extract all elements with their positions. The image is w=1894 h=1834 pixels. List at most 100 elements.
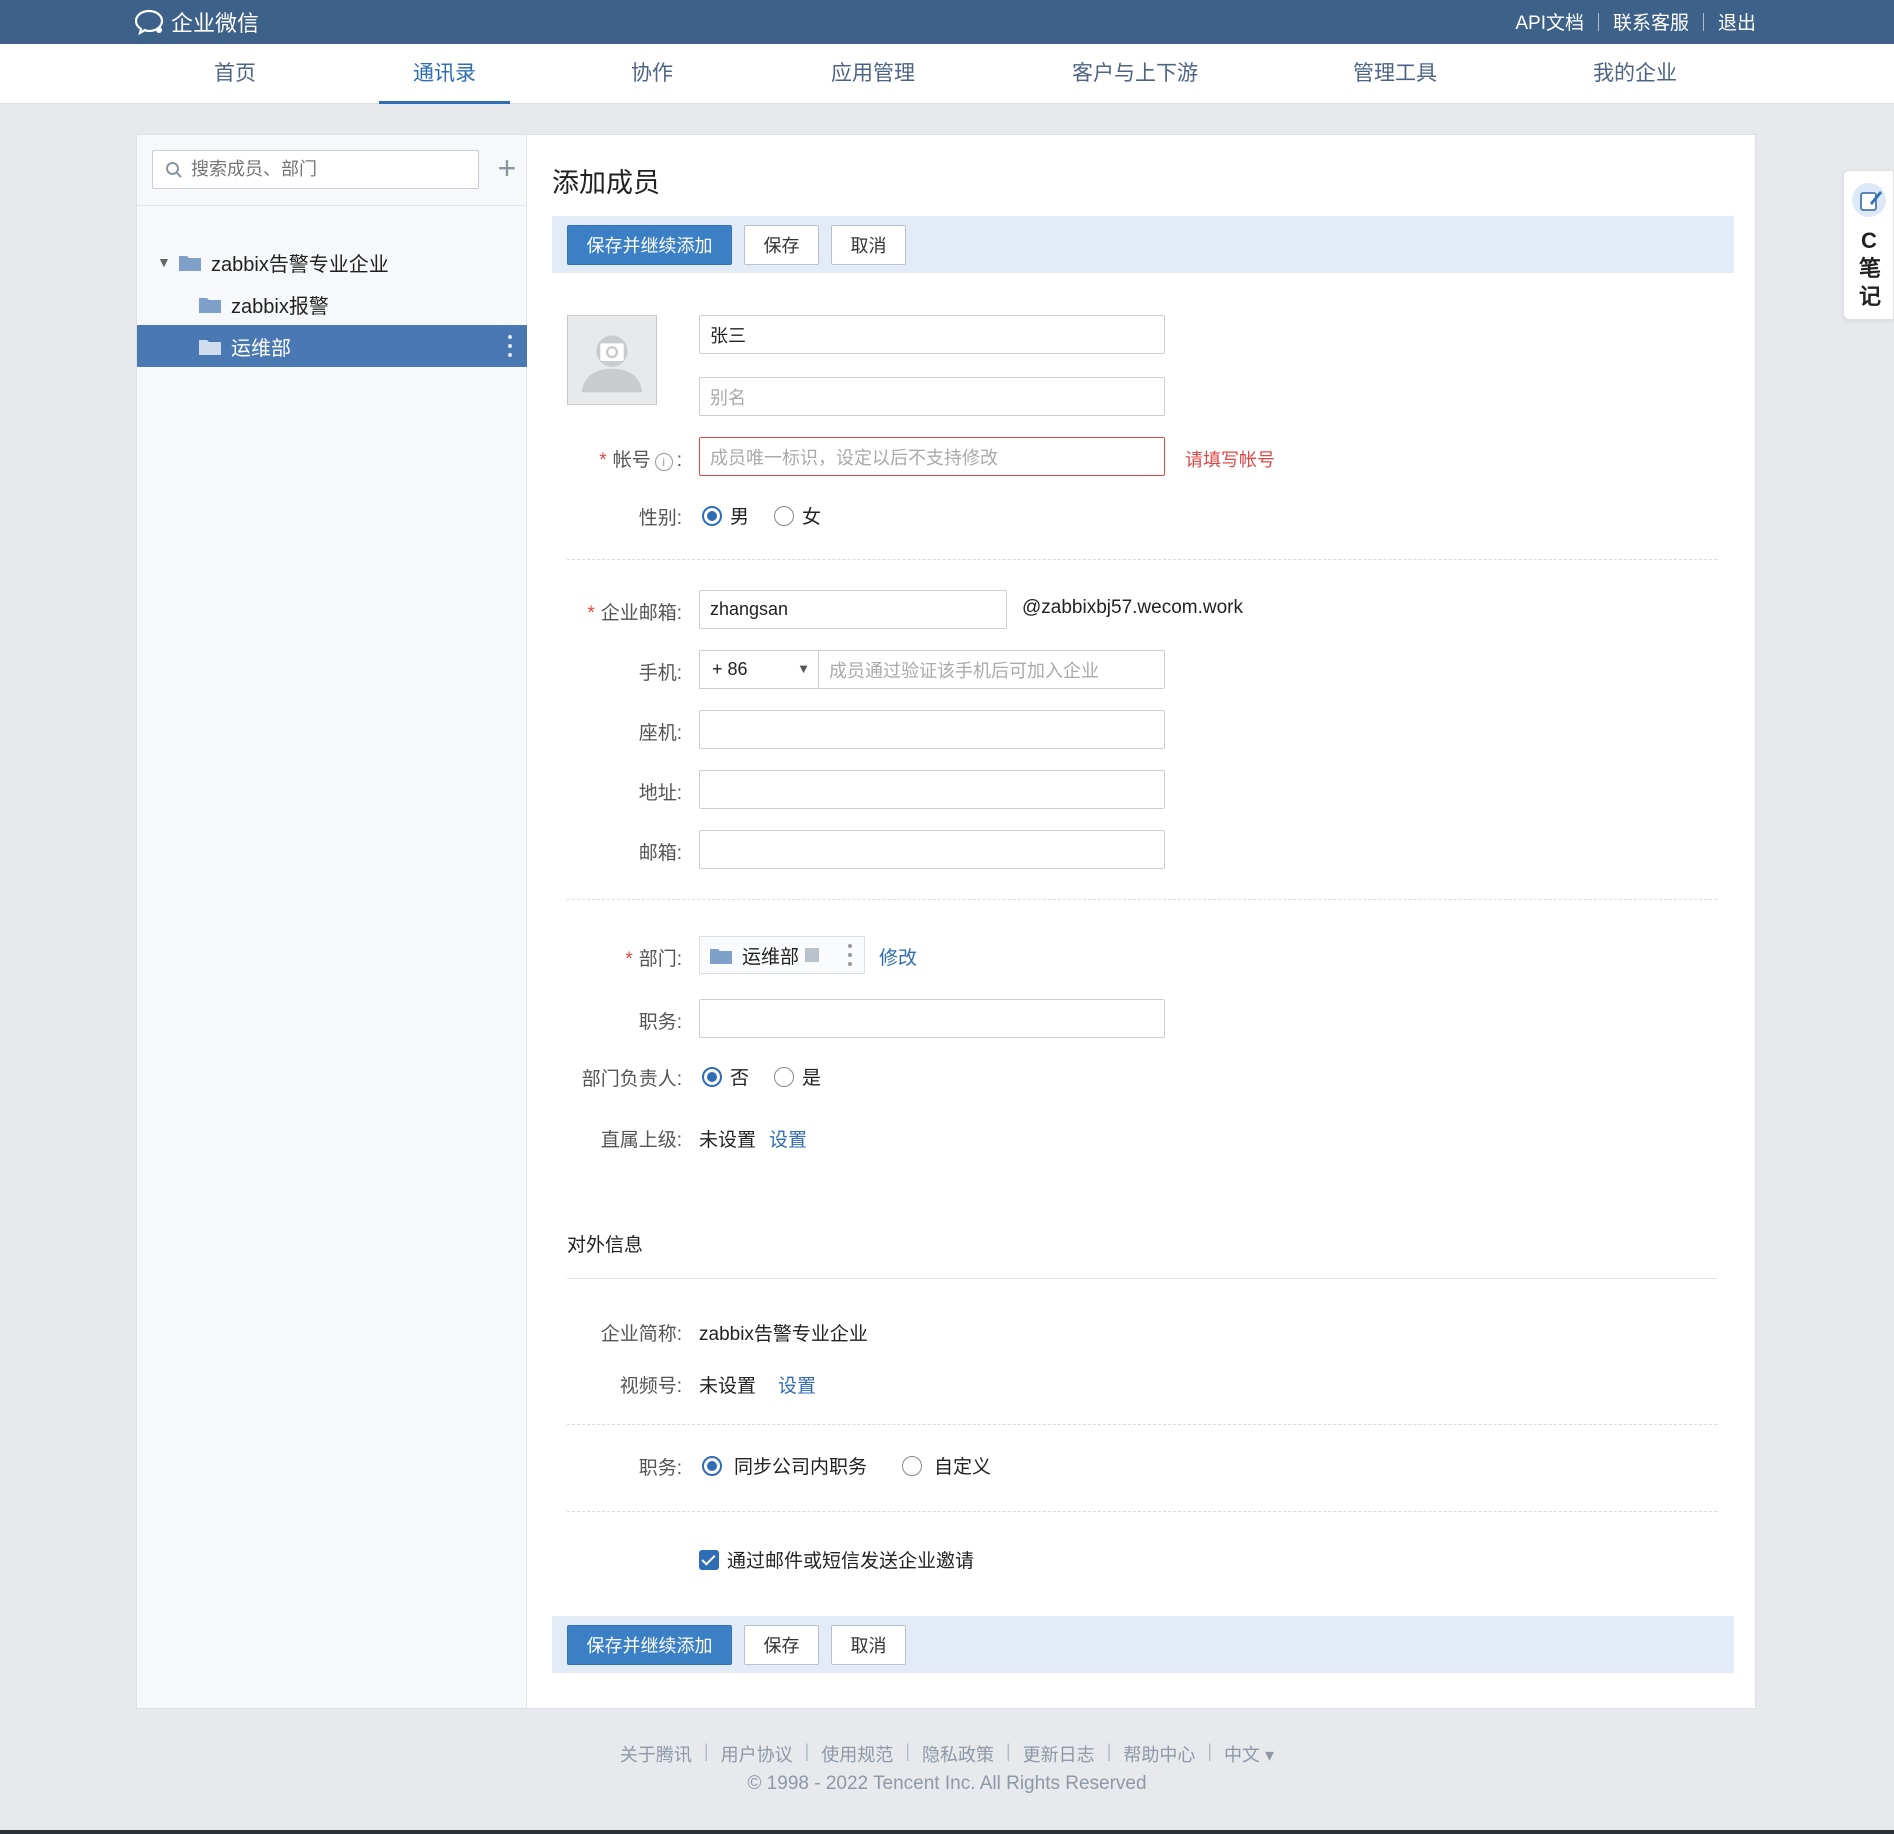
c-note-widget[interactable]: C笔记 xyxy=(1843,170,1894,320)
folder-icon xyxy=(199,297,221,313)
nav-app-management[interactable]: 应用管理 xyxy=(818,44,928,104)
tree-item-label: zabbix报警 xyxy=(231,295,329,318)
required-mark: * xyxy=(625,949,633,970)
footer-link-agreement[interactable]: 用户协议 xyxy=(721,1741,793,1767)
alias-input[interactable]: 别名 xyxy=(699,377,1165,416)
divider xyxy=(1597,12,1599,31)
mailbox-input[interactable] xyxy=(699,830,1165,869)
copyright: © 1998 - 2022 Tencent Inc. All Rights Re… xyxy=(747,1773,1147,1794)
divider xyxy=(567,559,1717,560)
tree-item-label: zabbix告警专业企业 xyxy=(211,253,389,276)
custom-position-radio[interactable]: 自定义 xyxy=(902,1452,991,1479)
bottom-edge-bar xyxy=(0,1830,1894,1834)
corp-email-input[interactable]: zhangsan xyxy=(699,590,1007,629)
leader-yes-radio[interactable]: 是 xyxy=(774,1063,821,1090)
divider xyxy=(567,1424,1717,1425)
nav-admin-tools[interactable]: 管理工具 xyxy=(1340,44,1450,104)
external-info-heading: 对外信息 xyxy=(567,1235,644,1256)
nav-collaboration[interactable]: 协作 xyxy=(612,44,692,104)
divider xyxy=(567,1511,1717,1512)
name-input[interactable]: 张三 xyxy=(699,315,1165,354)
add-member-panel: 添加成员 保存并继续添加 保存 取消 张三 别名 * 帐号 i: 成员唯一标识，设定… xyxy=(527,135,1757,1708)
divider xyxy=(1702,12,1704,31)
tree-item-label: 运维部 xyxy=(231,337,291,360)
tree-item-ops[interactable]: 运维部 xyxy=(137,325,527,367)
nav-customers[interactable]: 客户与上下游 xyxy=(1060,44,1210,104)
nav-my-company[interactable]: 我的企业 xyxy=(1580,44,1690,104)
folder-icon xyxy=(199,339,221,355)
leader-no-radio[interactable]: 否 xyxy=(702,1063,749,1090)
list-icon xyxy=(805,948,820,962)
folder-icon xyxy=(179,255,201,271)
channel-label: 视频号: xyxy=(619,1376,682,1397)
api-docs-link[interactable]: API文档 xyxy=(1515,8,1584,35)
radio-icon xyxy=(774,1066,794,1087)
gender-label: 性别: xyxy=(638,508,682,529)
caret-down-icon[interactable]: ▼ xyxy=(157,254,179,270)
top-bar: 企业微信 API文档 联系客服 退出 xyxy=(0,0,1894,44)
modify-department-link[interactable]: 修改 xyxy=(879,943,917,970)
footer-link-about[interactable]: 关于腾讯 xyxy=(620,1741,692,1767)
department-tag-label: 运维部 xyxy=(742,946,800,968)
divider: | xyxy=(1106,1741,1112,1761)
nav-home[interactable]: 首页 xyxy=(195,44,275,104)
cancel-button[interactable]: 取消 xyxy=(831,1625,906,1665)
camera-person-icon xyxy=(581,335,643,393)
save-button[interactable]: 保存 xyxy=(744,225,819,265)
position-label: 职务: xyxy=(638,1012,682,1033)
tree-item-zabbix-alarm[interactable]: zabbix报警 xyxy=(137,283,527,325)
logout-link[interactable]: 退出 xyxy=(1718,8,1756,35)
radio-icon xyxy=(702,1455,722,1476)
set-superior-link[interactable]: 设置 xyxy=(769,1125,807,1152)
mobile-label: 手机: xyxy=(638,663,682,684)
logo-text: 企业微信 xyxy=(171,11,260,36)
more-vertical-icon[interactable] xyxy=(848,944,852,966)
department-tag[interactable]: 运维部 xyxy=(699,936,865,974)
corp-email-label: * 企业邮箱: xyxy=(587,603,682,624)
language-select[interactable]: 中文 ▾ xyxy=(1224,1741,1274,1767)
info-icon[interactable]: i xyxy=(654,453,673,471)
external-position-label: 职务: xyxy=(638,1458,682,1479)
corp-short-name-value: zabbix告警专业企业 xyxy=(699,1324,868,1345)
logo[interactable]: 企业微信 xyxy=(135,6,259,38)
divider: | xyxy=(703,1741,709,1761)
country-code-select[interactable]: + 86 ▼ xyxy=(699,650,819,689)
divider: | xyxy=(905,1741,910,1761)
mailbox-label: 邮箱: xyxy=(638,843,682,864)
more-vertical-icon[interactable] xyxy=(507,335,513,357)
main-nav: 首页 通讯录 协作 应用管理 客户与上下游 管理工具 我的企业 xyxy=(0,44,1894,104)
divider: | xyxy=(1005,1741,1011,1761)
mobile-input[interactable]: 成员通过验证该手机后可加入企业 xyxy=(818,650,1165,689)
avatar-upload[interactable] xyxy=(567,315,657,405)
save-continue-button[interactable]: 保存并继续添加 xyxy=(567,225,732,265)
divider xyxy=(567,899,1717,900)
account-input[interactable]: 成员唯一标识，设定以后不支持修改 xyxy=(699,437,1165,476)
address-input[interactable] xyxy=(699,770,1165,809)
divider: | xyxy=(804,1741,810,1761)
contact-service-link[interactable]: 联系客服 xyxy=(1613,8,1689,35)
tree-item-root[interactable]: ▼ zabbix告警专业企业 xyxy=(137,241,527,283)
gender-male-radio[interactable]: 男 xyxy=(702,502,749,529)
footer-link-usage[interactable]: 使用规范 xyxy=(821,1741,893,1767)
department-label: * 部门: xyxy=(625,949,682,970)
set-channel-link[interactable]: 设置 xyxy=(778,1371,816,1398)
send-invite-checkbox[interactable]: 通过邮件或短信发送企业邀请 xyxy=(699,1546,974,1573)
add-plus-icon[interactable]: + xyxy=(489,149,525,189)
main-card: + ▼ zabbix告警专业企业 zabbix报警 运维部 添加成员 保存并继续… xyxy=(136,134,1756,1709)
footer-link-privacy[interactable]: 隐私政策 xyxy=(922,1741,994,1767)
save-continue-button[interactable]: 保存并继续添加 xyxy=(567,1625,732,1665)
footer-link-changelog[interactable]: 更新日志 xyxy=(1023,1741,1095,1767)
radio-icon xyxy=(902,1455,922,1476)
save-button[interactable]: 保存 xyxy=(744,1625,819,1665)
search-box[interactable] xyxy=(152,150,479,189)
gender-female-radio[interactable]: 女 xyxy=(774,502,821,529)
account-error-text: 请填写帐号 xyxy=(1185,450,1275,470)
sync-position-radio[interactable]: 同步公司内职务 xyxy=(702,1452,867,1479)
footer-link-help[interactable]: 帮助中心 xyxy=(1123,1741,1195,1767)
nav-contacts[interactable]: 通讯录 xyxy=(379,44,510,104)
landline-input[interactable] xyxy=(699,710,1165,749)
search-input[interactable] xyxy=(189,158,459,181)
cancel-button[interactable]: 取消 xyxy=(831,225,906,265)
position-input[interactable] xyxy=(699,999,1165,1038)
landline-label: 座机: xyxy=(638,723,682,744)
